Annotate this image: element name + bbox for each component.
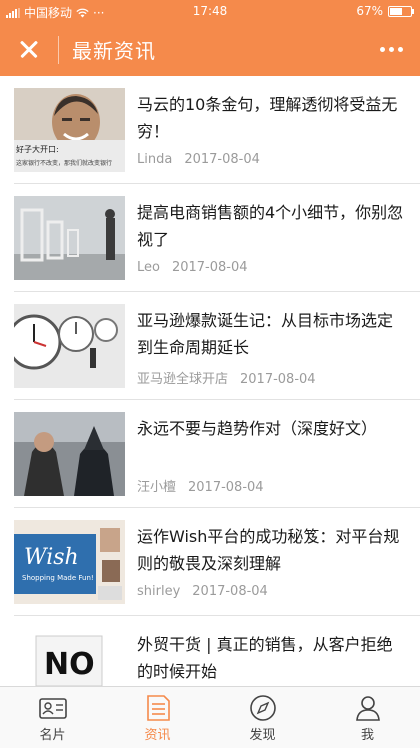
compass-icon <box>249 695 276 721</box>
article-item[interactable]: Wish Shopping Made Fun! 运作Wish平台的成功秘笈：对平… <box>0 508 420 616</box>
article-title[interactable]: 马云的10条金句，理解透彻将受益无穷！ <box>137 91 405 145</box>
article-date: 2017-08-04 <box>184 152 260 167</box>
more-dot-icon <box>397 46 403 52</box>
article-date: 2017-08-04 <box>192 584 268 599</box>
tab-label: 资讯 <box>144 728 171 743</box>
wish-tagline: Shopping Made Fun! <box>22 574 94 582</box>
article-title[interactable]: 外贸干货 | 真正的销售，从客户拒绝的时候开始 <box>137 631 405 685</box>
article-thumbnail: Wish Shopping Made Fun! <box>14 520 125 604</box>
tab-label: 发现 <box>249 728 276 743</box>
more-dot-icon <box>388 46 394 52</box>
tab-label: 我 <box>360 728 374 743</box>
article-title[interactable]: 永远不要与趋势作对（深度好文） <box>137 415 405 442</box>
page-title: 最新资讯 <box>72 39 156 63</box>
article-date: 2017-08-04 <box>240 372 316 387</box>
thumb-banner-line2: 这家银行不改变，那我们就改变银行 <box>16 159 112 167</box>
person-icon <box>355 696 380 721</box>
news-icon <box>146 695 170 721</box>
battery-percent: 67% <box>356 4 383 18</box>
article-meta: Leo 2017-08-04 <box>137 260 248 275</box>
article-author: 亚马逊全球开店 <box>137 372 229 387</box>
article-meta: Linda 2017-08-04 <box>137 152 260 167</box>
tab-card[interactable]: 名片 <box>0 687 105 748</box>
article-item[interactable]: 亚马逊爆款诞生记：从目标市场选定到生命周期延长 亚马逊全球开店 2017-08-0… <box>0 292 420 400</box>
article-author: Linda <box>137 152 173 167</box>
article-meta: 汪小檀 2017-08-04 <box>137 476 264 495</box>
article-title[interactable]: 亚马逊爆款诞生记：从目标市场选定到生命周期延长 <box>137 307 405 361</box>
article-item[interactable]: 提高电商销售额的4个小细节，你别忽视了 Leo 2017-08-04 <box>0 184 420 292</box>
article-date: 2017-08-04 <box>188 480 264 495</box>
wish-logo: Wish <box>24 545 79 570</box>
more-dot-icon <box>379 46 385 52</box>
article-meta: 亚马逊全球开店 2017-08-04 <box>137 368 316 387</box>
article-author: 汪小檀 <box>137 480 177 495</box>
article-author: shirley <box>137 584 181 599</box>
status-bar: 中国移动 ··· 17:48 67% <box>0 0 420 22</box>
article-thumbnail: 好子大开口: 这家银行不改变，那我们就改变银行 <box>14 88 125 172</box>
article-item[interactable]: NO 外贸干货 | 真正的销售，从客户拒绝的时候开始 <box>0 616 420 686</box>
thumb-banner-line1: 好子大开口: <box>16 144 59 154</box>
contact-card-icon <box>38 698 67 719</box>
nav-bar: 最新资讯 <box>0 22 420 76</box>
article-item[interactable]: 永远不要与趋势作对（深度好文） 汪小檀 2017-08-04 <box>0 400 420 508</box>
tab-news[interactable]: 资讯 <box>105 687 210 748</box>
tab-me[interactable]: 我 <box>315 687 420 748</box>
more-options-button[interactable] <box>374 36 408 62</box>
article-list[interactable]: 好子大开口: 这家银行不改变，那我们就改变银行 马云的10条金句，理解透彻将受益… <box>0 76 420 686</box>
article-date: 2017-08-04 <box>171 260 248 275</box>
tab-discover[interactable]: 发现 <box>210 687 315 748</box>
article-thumbnail: NO <box>14 628 125 686</box>
article-meta: shirley 2017-08-04 <box>137 584 268 599</box>
tab-label: 名片 <box>39 728 66 743</box>
article-thumbnail <box>14 412 125 496</box>
bottom-tab-bar: 名片 资讯 发现 我 <box>0 686 420 748</box>
battery-icon <box>388 5 414 17</box>
article-thumbnail <box>14 304 125 388</box>
article-title[interactable]: 运作Wish平台的成功秘笈：对平台规则的敬畏及深刻理解 <box>137 523 405 577</box>
no-sign-text: NO <box>44 647 95 682</box>
article-author: Leo <box>137 260 160 275</box>
article-thumbnail <box>14 196 125 280</box>
close-button[interactable] <box>10 30 48 68</box>
article-title[interactable]: 提高电商销售额的4个小细节，你别忽视了 <box>137 199 405 253</box>
article-item[interactable]: 好子大开口: 这家银行不改变，那我们就改变银行 马云的10条金句，理解透彻将受益… <box>0 76 420 184</box>
nav-divider <box>58 36 59 64</box>
